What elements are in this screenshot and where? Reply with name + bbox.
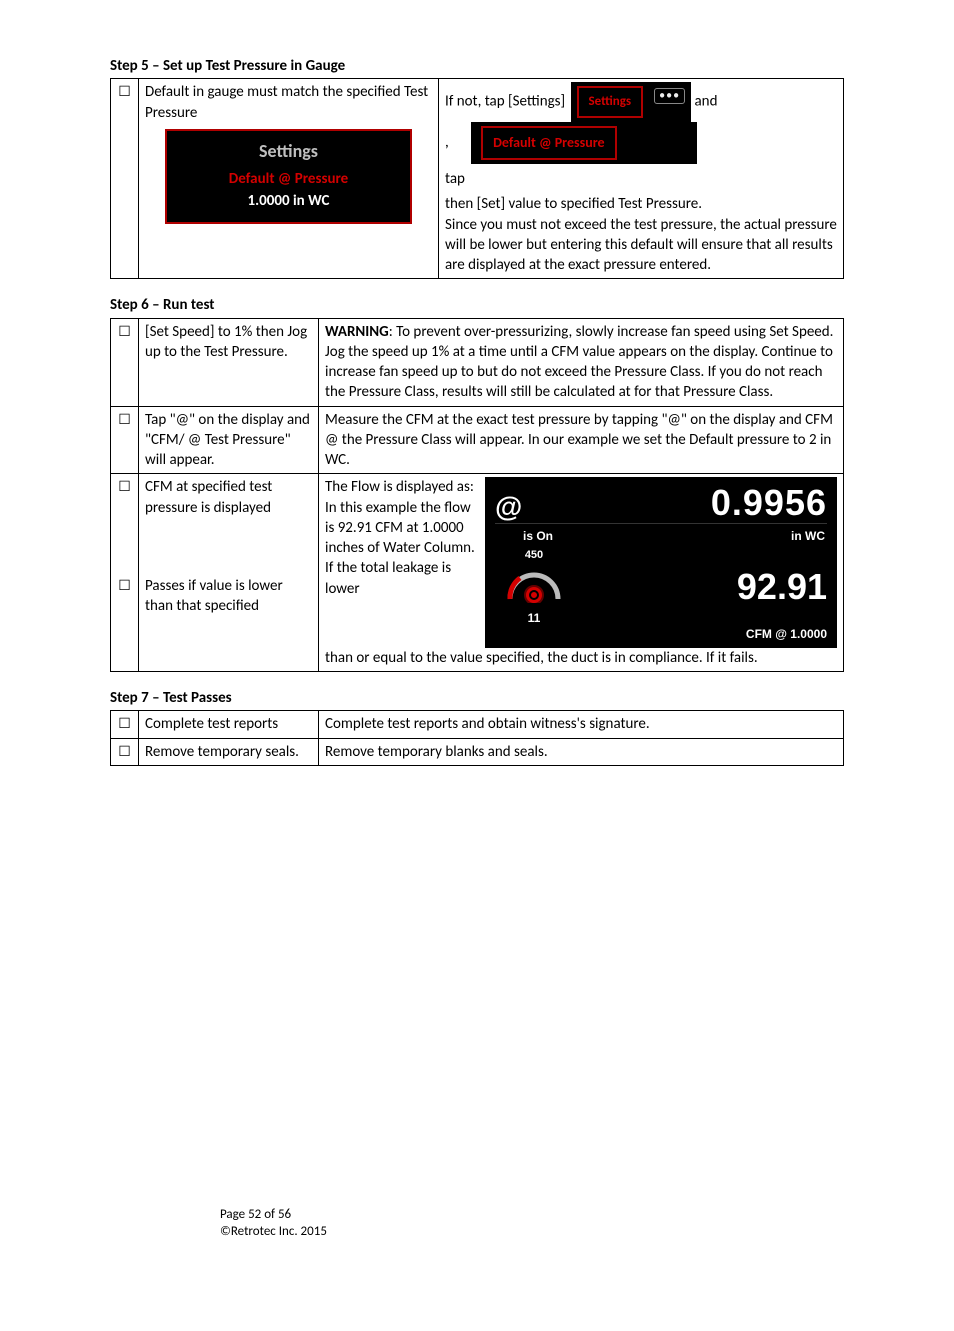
table-row: ☐ [Set Speed] to 1% then Jog up to the T…: [111, 318, 844, 406]
page-footer: Page 52 of 56 ©Retrotec Inc. 2015: [220, 1207, 327, 1241]
table-row: ☐ CFM at specified test pressure is disp…: [111, 474, 844, 573]
step6-r2-left: Tap "@" on the display and "CFM/ @ Test …: [139, 406, 319, 474]
step6-r2-right: Measure the CFM at the exact test pressu…: [319, 406, 844, 474]
step7-r1-checkbox[interactable]: ☐: [118, 715, 131, 732]
gauge-ison: is On: [523, 528, 553, 544]
settings-panel-default-pressure: Default @ Pressure: [177, 169, 400, 189]
more-icon[interactable]: •••: [654, 88, 685, 104]
step6-r1-checkbox[interactable]: ☐: [118, 323, 131, 340]
step5-heading: Step 5 – Set up Test Pressure in Gauge: [110, 56, 844, 76]
step6-r3-textcol: The Flow is displayed as: In this exampl…: [325, 477, 475, 648]
step7-table: ☐ Complete test reports Complete test re…: [110, 710, 844, 766]
step6-r3-left-2: Passes if value is lower than that speci…: [139, 573, 319, 672]
warning-label: WARNING: [325, 323, 389, 341]
step7-r1-left: Complete test reports: [139, 711, 319, 738]
step7-heading: Step 7 – Test Passes: [110, 688, 844, 708]
step5-left-text: Default in gauge must match the specifie…: [145, 82, 432, 123]
step5-checkbox[interactable]: ☐: [118, 83, 131, 100]
gauge-dial-bottom: 11: [495, 612, 573, 624]
step5-r-comma: ,: [445, 134, 449, 152]
step5-table: ☐ Default in gauge must match the specif…: [110, 78, 844, 279]
table-row: ☐ Complete test reports Complete test re…: [111, 711, 844, 738]
copyright: ©Retrotec Inc. 2015: [220, 1224, 327, 1241]
page-number: Page 52 of 56: [220, 1207, 327, 1224]
settings-panel: Settings Default @ Pressure 1.0000 in WC: [165, 129, 412, 224]
step6-table: ☐ [Set Speed] to 1% then Jog up to the T…: [110, 318, 844, 673]
step7-r2-checkbox[interactable]: ☐: [118, 743, 131, 760]
step7-r2-left: Remove temporary seals.: [139, 738, 319, 765]
step5-r-tap: tap: [445, 170, 465, 188]
step6-r3-checkbox-2[interactable]: ☐: [118, 577, 131, 594]
step5-right-flow: If not, tap [Settings] Settings ••• and …: [445, 82, 837, 194]
gauge-dial-icon: [506, 563, 562, 603]
default-pressure-button-label: Default @ Pressure: [481, 126, 616, 160]
table-row: ☐ Tap "@" on the display and "CFM/ @ Tes…: [111, 406, 844, 474]
step6-r3-checkbox-1[interactable]: ☐: [118, 478, 131, 495]
step5-r-l3: then [Set] value to specified Test Press…: [445, 194, 837, 214]
step6-r1-right: WARNING: To prevent over-pressurizing, s…: [319, 318, 844, 406]
step6-r3-right: The Flow is displayed as: In this exampl…: [319, 474, 844, 672]
step6-r3-left-1: CFM at specified test pressure is displa…: [139, 474, 319, 573]
step6-r1-right-rest: : To prevent over-pressurizing, slowly i…: [325, 323, 833, 402]
default-pressure-button[interactable]: Default @ Pressure: [471, 122, 696, 164]
gauge-cfm-label: CFM @ 1.0000: [495, 624, 827, 642]
step7-r1-right: Complete test reports and obtain witness…: [319, 711, 844, 738]
step6-r2-checkbox[interactable]: ☐: [118, 411, 131, 428]
step5-r-l4: Since you must not exceed the test press…: [445, 215, 837, 276]
gauge-cfm-value: 92.91: [581, 569, 827, 605]
step6-heading: Step 6 – Run test: [110, 295, 844, 315]
step5-r-l1a: If not, tap [Settings]: [445, 93, 565, 111]
settings-panel-value: 1.0000 in WC: [177, 191, 400, 211]
step7-r2-right: Remove temporary blanks and seals.: [319, 738, 844, 765]
table-row: ☐ Remove temporary seals. Remove tempora…: [111, 738, 844, 765]
settings-button-label: Settings: [577, 86, 644, 118]
step6-r1-left: [Set Speed] to 1% then Jog up to the Tes…: [139, 318, 319, 406]
gauge-at-icon[interactable]: @: [495, 493, 522, 521]
settings-button[interactable]: Settings •••: [571, 82, 692, 122]
settings-panel-title: Settings: [177, 139, 400, 163]
step5-r-l1b: and: [695, 93, 718, 111]
gauge-inwc: in WC: [791, 528, 825, 544]
step6-r3-after: than or equal to the value specified, th…: [325, 648, 837, 668]
gauge-pressure-value: 0.9956: [711, 485, 827, 521]
gauge-panel: @ 0.9956 is On in WC 450: [485, 477, 837, 648]
gauge-dial-top: 450: [495, 550, 573, 561]
